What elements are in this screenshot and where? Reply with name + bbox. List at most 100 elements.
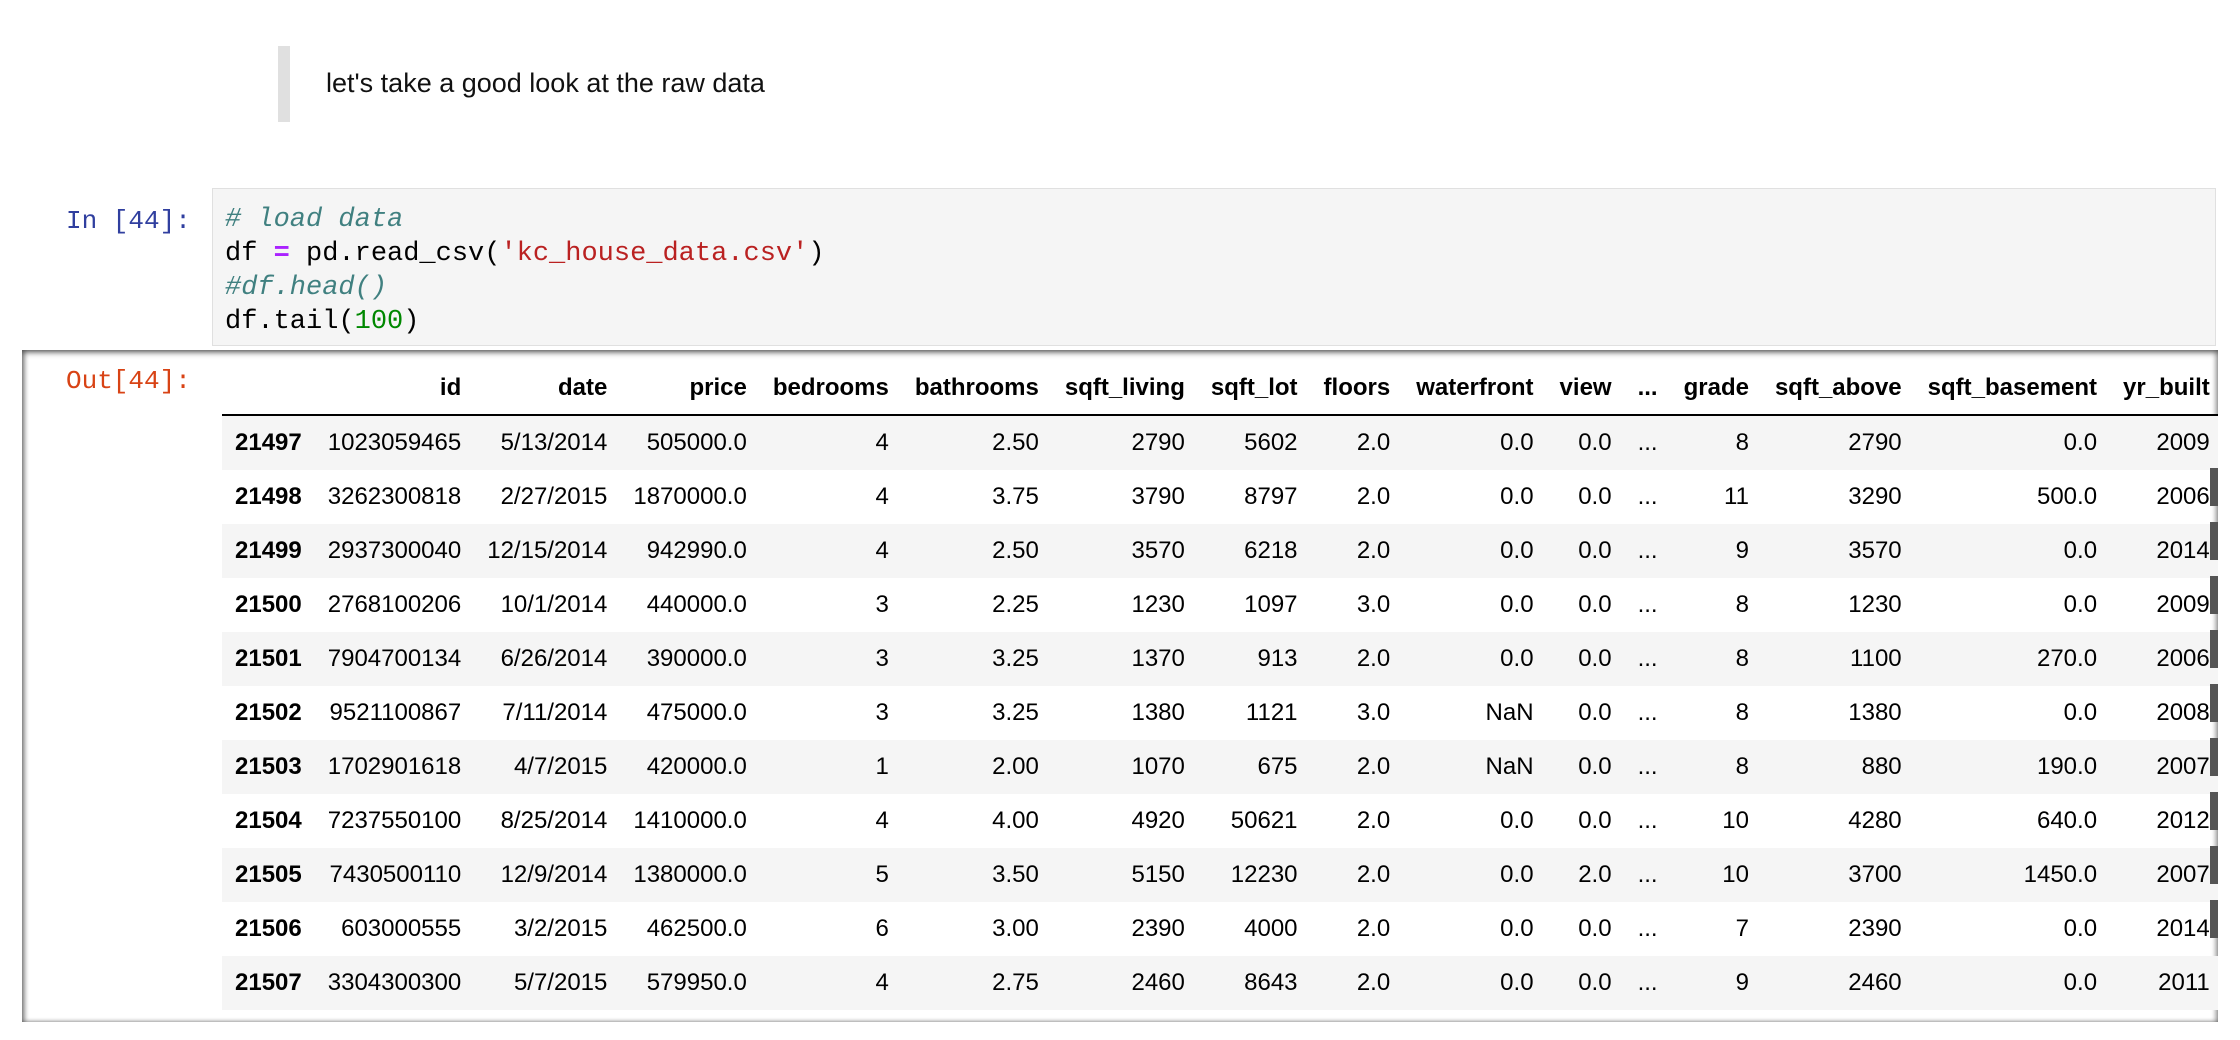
table-row: 21500 2768100206 10/1/2014 440000.0 3 2.25 123… xyxy=(222,578,2218,632)
table-cell: 0.0 xyxy=(1500,591,1534,618)
dataframe-output[interactable]: id date price bedrooms bathrooms sqft_living s… xyxy=(222,362,2218,1010)
table-cell: 2014 xyxy=(2156,537,2210,564)
column-header: date xyxy=(474,362,621,416)
table-cell: 1 xyxy=(875,753,889,780)
table-cell: 2.0 xyxy=(1356,807,1391,834)
row-index: 21498 xyxy=(235,483,302,510)
row-index: 21502 xyxy=(235,699,302,726)
table-cell: 7904700134 xyxy=(327,645,462,672)
scroll-mark xyxy=(2210,738,2218,776)
markdown-blockquote: let's take a good look at the raw data xyxy=(278,46,1278,122)
code-comment: # load data xyxy=(225,205,404,235)
table-cell: 12230 xyxy=(1230,861,1298,888)
table-row: 21501 7904700134 6/26/2014 390000.0 3 3.25 137… xyxy=(222,632,2218,686)
table-cell: 270.0 xyxy=(2036,645,2098,672)
column-header: bedrooms xyxy=(759,362,902,416)
table-cell: 2014 xyxy=(2156,915,2210,942)
row-index: 21507 xyxy=(235,969,302,996)
table-row: 21507 3304300300 5/7/2015 579950.0 4 2.75 2460… xyxy=(222,956,2218,1010)
scroll-indicator xyxy=(2210,468,2218,964)
table-cell: 0.0 xyxy=(2063,699,2098,726)
table-cell: 390000.0 xyxy=(646,645,747,672)
table-row: 21506 603000555 3/2/2015 462500.0 6 3.00 2390 4… xyxy=(222,902,2218,956)
table-cell: 0.0 xyxy=(1578,753,1612,780)
table-cell: 3.75 xyxy=(992,483,1039,510)
table-cell: 3790 xyxy=(1131,483,1185,510)
table-cell: 6218 xyxy=(1244,537,1298,564)
table-cell: 10/1/2014 xyxy=(500,591,608,618)
table-cell: 2012 xyxy=(2156,807,2210,834)
table-cell: 640.0 xyxy=(2036,807,2098,834)
table-cell: 1380 xyxy=(1131,699,1185,726)
table-cell: 3700 xyxy=(1848,861,1902,888)
table-cell: 3.50 xyxy=(992,861,1039,888)
table-cell: 2390 xyxy=(1848,915,1902,942)
table-cell: 942990.0 xyxy=(646,537,747,564)
table-cell: 2006 xyxy=(2156,483,2210,510)
input-prompt: In [44]: xyxy=(66,206,191,236)
row-index: 21505 xyxy=(235,861,302,888)
code-token: ) xyxy=(808,239,825,269)
table-cell: 4 xyxy=(875,483,889,510)
table-body: 21497 1023059465 5/13/2014 505000.0 4 2.50 279… xyxy=(222,415,2218,1010)
table-cell: 5/13/2014 xyxy=(500,429,608,456)
table-cell: 4 xyxy=(875,807,889,834)
scroll-mark xyxy=(2210,522,2218,560)
scroll-mark xyxy=(2210,792,2218,830)
blockquote-bar xyxy=(278,46,290,122)
table-header-row: id date price bedrooms bathrooms sqft_living s… xyxy=(222,362,2218,416)
row-index: 21501 xyxy=(235,645,302,672)
table-cell: 4280 xyxy=(1848,807,1902,834)
table-row: 21498 3262300818 2/27/2015 1870000.0 4 3.75 37… xyxy=(222,470,2218,524)
table-cell: 2790 xyxy=(1848,429,1902,456)
table-cell: 0.0 xyxy=(1578,591,1612,618)
code-comment: #df.head() xyxy=(225,273,388,303)
table-cell: 0.0 xyxy=(2063,915,2098,942)
table-cell: 2009 xyxy=(2156,591,2210,618)
column-header: grade xyxy=(1670,362,1762,416)
code-token: pd.read_csv( xyxy=(289,239,501,269)
table-cell: 5 xyxy=(875,861,889,888)
table-cell: 2.0 xyxy=(1356,537,1391,564)
table-cell: 2.0 xyxy=(1356,645,1391,672)
table-cell: 9 xyxy=(1735,537,1749,564)
table-cell: 1023059465 xyxy=(327,429,462,456)
scroll-mark xyxy=(2210,900,2218,938)
table-cell: 880 xyxy=(1861,753,1902,780)
table-cell: 0.0 xyxy=(1578,699,1612,726)
table-cell: 10 xyxy=(1722,861,1749,888)
table-row: 21502 9521100867 7/11/2014 475000.0 3 3.25 138… xyxy=(222,686,2218,740)
table-cell: 4 xyxy=(875,969,889,996)
table-cell: 7/11/2014 xyxy=(502,699,608,726)
table-cell: ... xyxy=(1637,537,1658,564)
table-cell: 500.0 xyxy=(2036,483,2098,510)
table-cell: ... xyxy=(1637,591,1658,618)
table-cell: 11 xyxy=(1724,483,1749,510)
table-cell: 0.0 xyxy=(1500,915,1534,942)
table-cell: 1870000.0 xyxy=(633,483,747,510)
table-cell: 2.0 xyxy=(1356,753,1391,780)
table-cell: 8643 xyxy=(1244,969,1298,996)
table-cell: 190.0 xyxy=(2036,753,2098,780)
column-header: yr_built xyxy=(2110,362,2218,416)
table-cell: ... xyxy=(1637,969,1658,996)
table-cell: 8 xyxy=(1735,699,1749,726)
table-cell: 0.0 xyxy=(2063,591,2098,618)
column-header: sqft_lot xyxy=(1197,362,1311,416)
table-cell: 1450.0 xyxy=(2023,861,2098,888)
table-cell: 0.0 xyxy=(1500,537,1534,564)
code-cell-input[interactable]: # load data df = pd.read_csv('kc_house_d… xyxy=(212,188,2216,346)
table-cell: 2390 xyxy=(1131,915,1185,942)
table-cell: NaN xyxy=(1485,753,1534,780)
table-cell: 4000 xyxy=(1244,915,1298,942)
table-cell: 2007 xyxy=(2156,753,2210,780)
table-cell: 2937300040 xyxy=(327,537,462,564)
code-editor[interactable]: # load data df = pd.read_csv('kc_house_d… xyxy=(225,203,825,339)
row-index: 21499 xyxy=(235,537,302,564)
table-cell: 5/7/2015 xyxy=(513,969,608,996)
table-cell: 3.00 xyxy=(992,915,1039,942)
table-cell: 12/9/2014 xyxy=(500,861,608,888)
table-cell: 3.0 xyxy=(1356,699,1391,726)
table-cell: 2.75 xyxy=(992,969,1039,996)
table-cell: 2.0 xyxy=(1356,861,1391,888)
